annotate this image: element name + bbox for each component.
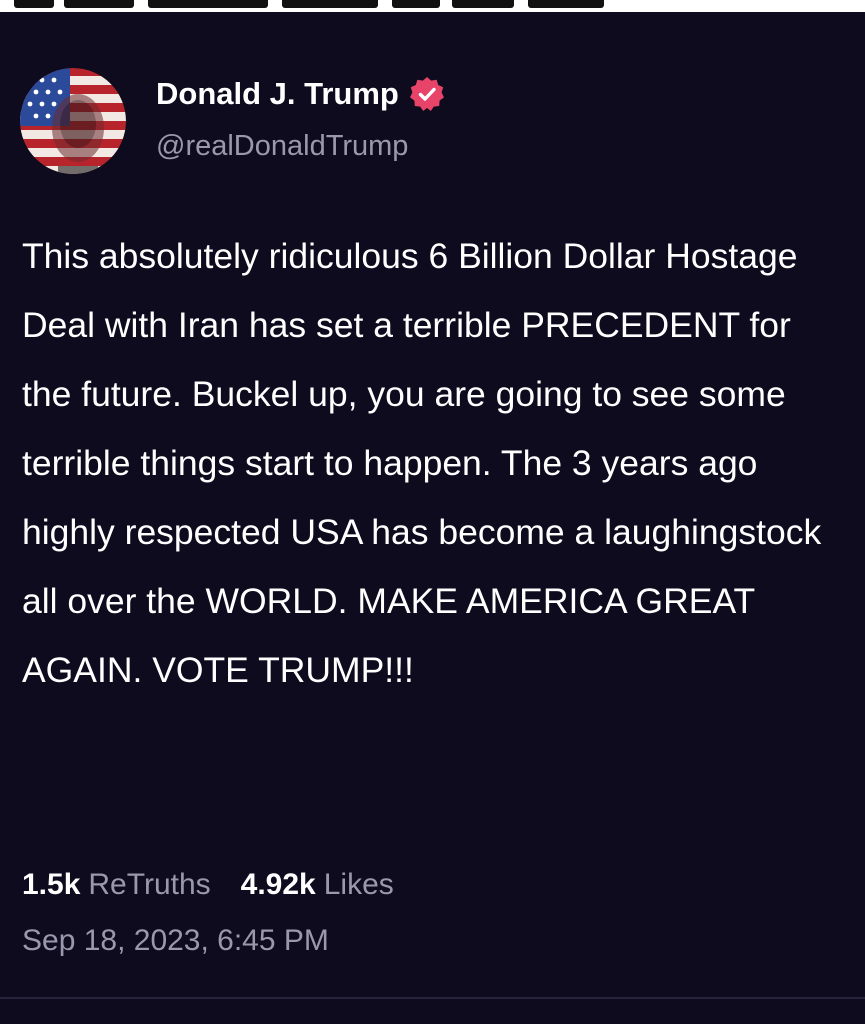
author-avatar[interactable] <box>20 68 126 174</box>
retruths-count: 1.5k <box>22 868 81 901</box>
author-handle[interactable]: @realDonaldTrump <box>156 130 408 163</box>
post-stats: 1.5k ReTruths 4.92k Likes <box>22 868 394 902</box>
post-timestamp[interactable]: Sep 18, 2023, 6:45 PM <box>22 924 329 958</box>
divider <box>0 997 865 999</box>
cropped-header-text <box>0 0 865 12</box>
likes-stat[interactable]: 4.92k Likes <box>241 868 394 902</box>
verified-badge-icon <box>409 77 444 111</box>
post-body-text: This absolutely ridiculous 6 Billion Dol… <box>22 236 822 690</box>
retruths-stat[interactable]: 1.5k ReTruths <box>22 868 211 902</box>
likes-count: 4.92k <box>240 868 316 901</box>
likes-label: Likes <box>323 868 394 901</box>
flag-portrait-avatar-icon <box>20 68 126 174</box>
retruths-label: ReTruths <box>88 868 211 901</box>
cropped-header-strip <box>0 0 865 12</box>
author-name[interactable]: Donald J. Trump <box>156 76 399 112</box>
truth-post: Donald J. Trump @realDonaldTrump This ab… <box>0 12 865 1024</box>
author-name-row[interactable]: Donald J. Trump <box>156 76 445 112</box>
